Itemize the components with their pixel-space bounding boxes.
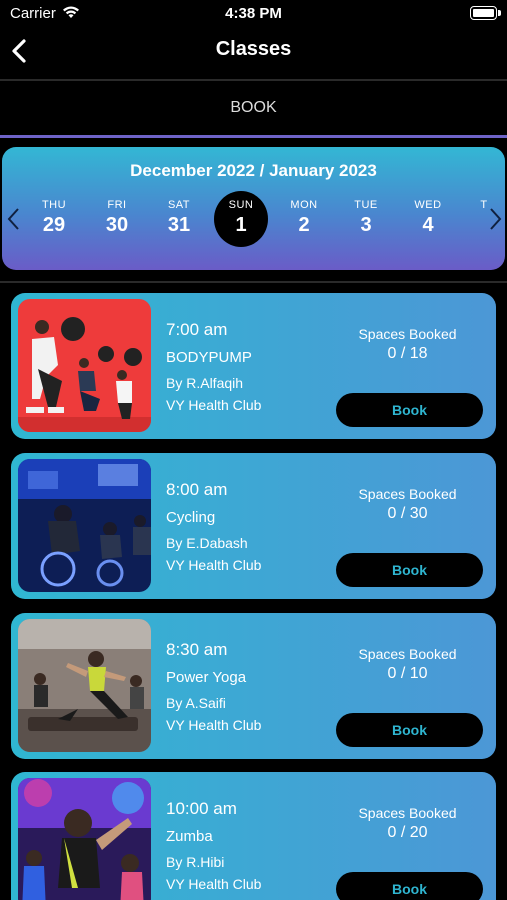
day-item[interactable]: FRI 30 [90,191,144,247]
chevron-left-icon[interactable] [5,206,23,232]
class-instructor: By R.Alfaqih [166,375,244,391]
battery-icon [470,6,501,20]
class-time: 8:30 am [166,640,228,659]
yoga-photo [18,619,151,752]
class-name: BODYPUMP [166,349,252,366]
day-item-selected[interactable]: SUN 1 [214,191,268,247]
spaces-count: 0 / 10 [387,665,428,682]
class-club: VY Health Club [166,876,262,892]
class-name: Power Yoga [166,669,247,686]
class-instructor: By R.Hibi [166,854,225,870]
spaces-count: 0 / 18 [387,345,428,362]
cycling-photo [18,459,151,592]
book-button[interactable]: Book [336,553,483,587]
tab-book[interactable]: BOOK [0,81,507,135]
class-name: Zumba [166,828,213,845]
class-card[interactable]: 10:00 am Zumba By R.Hibi VY Health Club … [11,772,496,900]
class-club: VY Health Club [166,397,262,413]
class-card[interactable]: 7:00 am BODYPUMP By R.Alfaqih VY Health … [11,293,496,439]
date-selector: December 2022 / January 2023 THU 29 FRI 30… [2,147,505,270]
class-time: 7:00 am [166,320,228,339]
spaces-label: Spaces Booked [358,646,457,662]
zumba-photo [18,778,151,900]
class-name: Cycling [166,509,216,526]
month-label: December 2022 / January 2023 [130,161,377,180]
day-item[interactable]: THU 29 [27,191,81,247]
class-club: VY Health Club [166,557,262,573]
spaces-label: Spaces Booked [358,805,457,821]
tab-underline [0,135,507,138]
chevron-right-icon[interactable] [486,206,504,232]
class-card[interactable]: 8:00 am Cycling By E.Dabash VY Health Cl… [11,453,496,599]
divider [0,281,507,283]
day-item[interactable]: TUE 3 [339,191,393,247]
class-time: 8:00 am [166,480,228,499]
nav-bar: Classes [0,28,507,78]
spaces-count: 0 / 20 [387,824,428,841]
bodypump-photo [18,299,151,432]
day-item[interactable]: MON 2 [277,191,331,247]
class-instructor: By E.Dabash [166,535,248,551]
class-card[interactable]: 8:30 am Power Yoga By A.Saifi VY Health … [11,613,496,759]
class-club: VY Health Club [166,717,262,733]
page-title: Classes [215,38,292,60]
book-button[interactable]: Book [336,393,483,427]
spaces-count: 0 / 30 [387,505,428,522]
spaces-label: Spaces Booked [358,486,457,502]
status-bar: Carrier 4:38 PM [0,0,507,28]
book-button[interactable]: Book [336,872,483,900]
spaces-label: Spaces Booked [358,326,457,342]
class-time: 10:00 am [166,799,237,818]
book-button[interactable]: Book [336,713,483,747]
class-instructor: By A.Saifi [166,695,226,711]
status-time: 4:38 PM [225,5,282,22]
day-item[interactable]: SAT 31 [152,191,206,247]
day-item[interactable]: WED 4 [401,191,455,247]
